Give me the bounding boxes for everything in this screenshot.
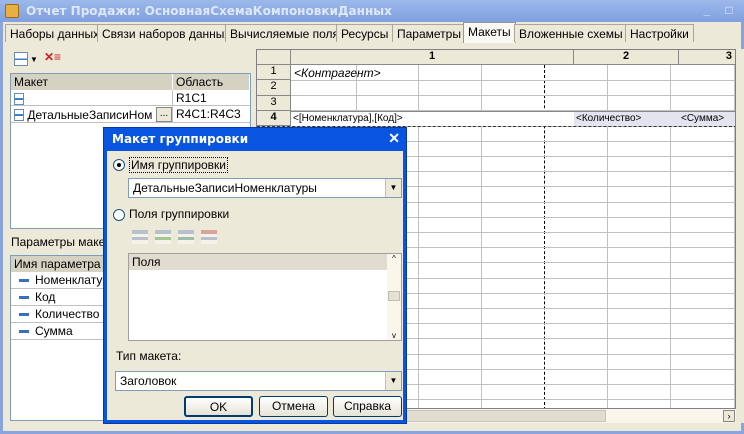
radio-group-name[interactable] xyxy=(113,159,125,171)
cell-r4c3[interactable]: <Сумма> xyxy=(679,111,735,126)
scrollbar-thumb[interactable] xyxy=(388,291,400,301)
edit-field-icon[interactable] xyxy=(178,230,194,244)
tab-resources[interactable]: Ресурсы xyxy=(336,24,394,42)
radio-group-fields-label[interactable]: Поля группировки xyxy=(129,207,229,221)
title-bar: Отчет Продажи: ОсновнаяСхемаКомпоновкиДа… xyxy=(0,0,744,22)
list-item[interactable]: Номенклатура xyxy=(11,272,110,289)
list-item[interactable]: Сумма xyxy=(11,323,110,340)
group-name-select[interactable]: ДетальныеЗаписиНоменклатуры ▼ xyxy=(128,178,402,198)
param-icon xyxy=(19,279,29,283)
column-header[interactable]: 2 xyxy=(574,50,679,65)
list-item[interactable]: Количество xyxy=(11,306,110,323)
grouping-layout-icon xyxy=(14,108,24,121)
tab-nested-schemas[interactable]: Вложенные схемы xyxy=(514,24,628,42)
delete-field-icon[interactable] xyxy=(201,230,217,244)
delete-layout-icon[interactable]: ✕≡ xyxy=(44,50,61,64)
minimize-button[interactable]: _ xyxy=(700,4,714,17)
corner-header xyxy=(257,50,291,65)
row-header[interactable]: 3 xyxy=(257,96,291,111)
layout-type-select[interactable]: Заголовок ▼ xyxy=(115,371,402,391)
window-title: Отчет Продажи: ОсновнаяСхемаКомпоновкиДа… xyxy=(26,4,392,18)
column-header-area: Область xyxy=(173,74,250,90)
layout-icon xyxy=(14,92,24,105)
fields-table[interactable]: Поля ^ v xyxy=(128,253,402,341)
table-row[interactable] xyxy=(11,90,173,106)
table-row[interactable]: ДетальныеЗаписиНоменклатуры xyxy=(11,106,173,123)
row-header[interactable]: 1 xyxy=(257,65,291,80)
params-label: Параметры макета xyxy=(11,235,117,249)
radio-group-name-label[interactable]: Имя группировки xyxy=(129,157,228,173)
tab-dataset-links[interactable]: Связи наборов данных xyxy=(97,24,236,42)
chevron-down-icon[interactable]: ▼ xyxy=(385,372,401,390)
layout-type-label: Тип макета: xyxy=(116,349,182,363)
add-field-icon[interactable] xyxy=(132,230,148,244)
row-header[interactable]: 4 xyxy=(257,111,291,126)
scroll-up-icon[interactable]: ^ xyxy=(387,254,401,263)
chevron-down-icon[interactable]: ▼ xyxy=(385,179,401,197)
scroll-right-icon[interactable]: › xyxy=(723,410,735,422)
tab-parameters[interactable]: Параметры xyxy=(392,24,466,42)
column-header-param-name: Имя параметра xyxy=(11,256,110,272)
grid-row-line xyxy=(257,95,735,96)
select-grouping-button[interactable]: ... xyxy=(156,107,172,122)
radio-group-fields[interactable] xyxy=(113,209,125,221)
column-header-fields: Поля xyxy=(129,254,388,270)
column-header[interactable]: 1 xyxy=(291,50,574,65)
grid-row-line xyxy=(257,80,735,81)
tab-settings[interactable]: Настройки xyxy=(625,24,694,42)
dialog-title: Макет группировки xyxy=(112,132,249,146)
chevron-down-icon[interactable]: ▼ xyxy=(30,55,38,64)
close-icon[interactable]: ✕ xyxy=(388,130,400,147)
help-button[interactable]: Справка xyxy=(333,396,402,417)
column-header-layout: Макет xyxy=(11,74,173,90)
fields-scrollbar[interactable]: ^ v xyxy=(387,254,401,340)
scroll-down-icon[interactable]: v xyxy=(387,331,401,340)
app-icon xyxy=(5,4,19,18)
cell-r1c1[interactable]: <Контрагент> xyxy=(294,66,381,80)
area-cell[interactable]: R1C1 xyxy=(173,90,250,106)
tab-calculated-fields[interactable]: Вычисляемые поля xyxy=(225,24,345,42)
cell-r4c1[interactable]: <[Номенклатура],[Код]> xyxy=(291,111,574,126)
grouping-layout-dialog: Макет группировки ✕ Имя группировки Дета… xyxy=(103,127,407,424)
insert-field-icon[interactable] xyxy=(155,230,171,244)
param-icon xyxy=(19,296,29,300)
list-item[interactable]: Код xyxy=(11,289,110,306)
cancel-button[interactable]: Отмена xyxy=(259,396,328,417)
vertical-scrollbar[interactable] xyxy=(736,49,744,423)
column-header[interactable]: 3 xyxy=(679,50,735,65)
tab-layouts[interactable]: Макеты xyxy=(463,22,516,43)
area-cell[interactable]: R4C1:R4C3 xyxy=(173,106,250,123)
tab-datasets[interactable]: Наборы данных xyxy=(5,24,105,42)
cell-r4c2[interactable]: <Количество> xyxy=(574,111,679,126)
ok-button[interactable]: OK xyxy=(184,396,253,417)
param-icon xyxy=(19,330,29,334)
maximize-button[interactable]: □ xyxy=(722,4,736,17)
add-layout-icon[interactable] xyxy=(14,52,28,66)
param-icon xyxy=(19,313,29,317)
scrollbar-thumb[interactable] xyxy=(396,410,606,422)
params-table: Имя параметра Номенклатура Код Количеств… xyxy=(10,255,110,421)
row-header[interactable]: 2 xyxy=(257,80,291,96)
